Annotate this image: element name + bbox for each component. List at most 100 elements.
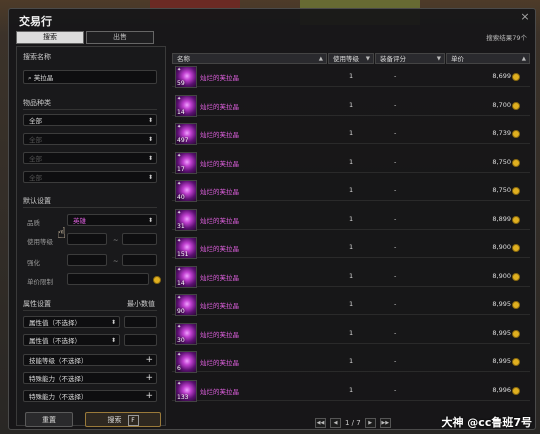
special-ability-select-2[interactable]: 特殊能力（不选择） + xyxy=(23,390,157,402)
column-header-name[interactable]: 名称 ▲ xyxy=(172,53,327,64)
plus-icon[interactable]: + xyxy=(145,391,153,402)
first-page-icon[interactable]: ◀◀ xyxy=(315,418,326,428)
attribute-min-input-1[interactable] xyxy=(124,316,157,328)
item-price: 8,995 xyxy=(492,300,511,308)
table-row[interactable]: ✦ 31 灿烂的芙拉晶 1 - 8,899 xyxy=(172,208,530,231)
item-quantity: 133 xyxy=(177,393,189,401)
crystal-item-icon: ✦ 59 xyxy=(175,66,197,88)
level-min-input[interactable] xyxy=(67,233,107,245)
enhance-min-input[interactable] xyxy=(67,254,107,266)
enhance-max-input[interactable] xyxy=(122,254,157,266)
item-level: 1 xyxy=(349,100,354,109)
crystal-item-icon: ✦ 497 xyxy=(175,123,197,145)
special-ability-select-1[interactable]: 特殊能力（不选择） + xyxy=(23,372,157,384)
table-row[interactable]: ✦ 151 灿烂的芙拉晶 1 - 8,900 xyxy=(172,236,530,259)
column-header-use-level[interactable]: 使用等级 ▼ xyxy=(328,53,374,64)
attribute-min-input-2[interactable] xyxy=(124,334,157,346)
prev-page-icon[interactable]: ◀ xyxy=(330,418,341,428)
crystal-item-icon: ✦ 30 xyxy=(175,322,197,345)
table-row[interactable]: ✦ 59 灿烂的芙拉晶 1 - 8,699 xyxy=(172,65,530,88)
table-row[interactable]: ✦ 40 灿烂的芙拉晶 1 - 8,750 xyxy=(172,179,530,202)
updown-icon: ⬍ xyxy=(147,217,153,224)
item-level: 1 xyxy=(349,243,354,251)
item-tag-icon: ✦ xyxy=(177,67,182,73)
item-type-select-1[interactable]: 全部 ⬍ xyxy=(23,114,157,126)
window-title: 交易行 xyxy=(19,15,52,28)
coin-icon xyxy=(153,276,161,284)
column-header-price[interactable]: 单价 ▲ xyxy=(446,53,530,64)
coin-icon xyxy=(512,73,520,81)
select-value: 属性值（不选择） xyxy=(29,337,81,345)
attribute-select-1[interactable]: 属性值（不选择） ⬍ xyxy=(23,316,120,328)
last-page-icon[interactable]: ▶▶ xyxy=(379,418,391,428)
plus-icon[interactable]: + xyxy=(145,355,153,366)
item-quantity: 30 xyxy=(177,336,185,344)
updown-icon: ⬍ xyxy=(147,136,153,143)
level-max-input[interactable] xyxy=(122,233,157,245)
item-score: - xyxy=(394,214,397,223)
item-name: 灿烂的芙拉晶 xyxy=(200,188,239,196)
item-level: 1 xyxy=(349,72,354,80)
search-input[interactable]: ⌕ 芙拉晶 xyxy=(23,70,157,84)
updown-icon: ⬍ xyxy=(110,319,116,326)
enhance-label: 强化 xyxy=(27,259,40,267)
item-tag-icon: ✦ xyxy=(177,323,182,330)
item-score: - xyxy=(394,385,397,394)
table-row[interactable]: ✦ 90 灿烂的芙拉晶 1 - 8,995 xyxy=(172,293,530,316)
item-level: 1 xyxy=(349,300,354,308)
item-name: 灿烂的芙拉晶 xyxy=(200,245,239,253)
item-quantity: 17 xyxy=(177,165,185,173)
crystal-item-icon: ✦ 14 xyxy=(175,94,197,117)
select-value: 特殊能力（不选择） xyxy=(29,375,88,383)
reset-button[interactable]: 重置 xyxy=(25,412,73,427)
table-row[interactable]: ✦ 497 灿烂的芙拉晶 1 - 8,739 xyxy=(172,122,530,145)
table-row[interactable]: ✦ 6 灿烂的芙拉晶 1-8,995 xyxy=(172,350,530,373)
item-price: 8,739 xyxy=(492,129,511,137)
table-row[interactable]: ✦ 14 灿烂的芙拉晶 1 - 8,900 xyxy=(172,265,530,288)
hotkey-badge: F xyxy=(127,415,139,426)
tab-bar: 搜索 出售 xyxy=(16,31,154,44)
coin-icon xyxy=(512,358,520,366)
skill-level-select[interactable]: 技能等级（不选择） + xyxy=(23,354,157,366)
table-row[interactable]: ✦ 30 灿烂的芙拉晶 1 - 8,995 xyxy=(172,322,530,345)
item-tag-icon: ✦ xyxy=(177,209,182,216)
item-type-select-2[interactable]: 全部 ⬍ xyxy=(23,133,157,145)
quality-select[interactable]: 英雄 ⬍ xyxy=(67,214,157,226)
item-type-select-4[interactable]: 全部 ⬍ xyxy=(23,171,157,183)
search-button[interactable]: 搜索 F xyxy=(85,412,161,427)
attribute-select-2[interactable]: 属性值（不选择） ⬍ xyxy=(23,334,120,346)
plus-icon[interactable]: + xyxy=(145,373,153,384)
item-tag-icon: ✦ xyxy=(177,124,182,130)
tab-search[interactable]: 搜索 xyxy=(16,31,84,44)
close-icon[interactable]: × xyxy=(519,11,531,23)
next-page-icon[interactable]: ▶ xyxy=(364,418,376,428)
item-tag-icon: ✦ xyxy=(177,181,182,187)
item-tag-icon: ✦ xyxy=(177,380,182,387)
watermark: 大神 @cc鲁班7号 xyxy=(441,416,532,429)
item-price: 8,900 xyxy=(492,271,511,280)
item-tag-icon: ✦ xyxy=(177,152,182,159)
item-name: 灿烂的芙拉晶 xyxy=(200,387,239,396)
sort-icon: ▼ xyxy=(365,56,370,62)
item-name: 灿烂的芙拉晶 xyxy=(200,159,239,168)
unit-price-input[interactable] xyxy=(67,273,149,285)
page-indicator: 1 / 7 xyxy=(345,419,361,427)
item-score: - xyxy=(394,129,397,137)
item-score: - xyxy=(394,300,397,308)
item-tag-icon: ✦ xyxy=(177,95,182,102)
table-row[interactable]: ✦ 14 灿烂的芙拉晶 1 - 8,700 xyxy=(172,94,530,117)
item-quantity: 14 xyxy=(177,279,185,287)
crystal-item-icon: ✦ 40 xyxy=(175,180,197,202)
tab-sell[interactable]: 出售 xyxy=(86,31,154,44)
updown-icon: ⬍ xyxy=(147,117,153,124)
item-level: 1 xyxy=(349,357,354,365)
column-header-score[interactable]: 装备评分 ▼ xyxy=(375,53,445,64)
sort-icon: ▲ xyxy=(521,56,526,62)
item-type-select-3[interactable]: 全部 ⬍ xyxy=(23,152,157,164)
coin-icon xyxy=(512,329,520,338)
search-result-count: 搜索结果79个 xyxy=(486,34,527,42)
item-quantity: 6 xyxy=(177,365,181,372)
table-row[interactable]: ✦ 17 灿烂的芙拉晶 1 - 8,750 xyxy=(172,151,530,174)
table-row[interactable]: ✦ 133 灿烂的芙拉晶 1 - 8,996 xyxy=(172,379,530,402)
divider xyxy=(23,109,157,110)
